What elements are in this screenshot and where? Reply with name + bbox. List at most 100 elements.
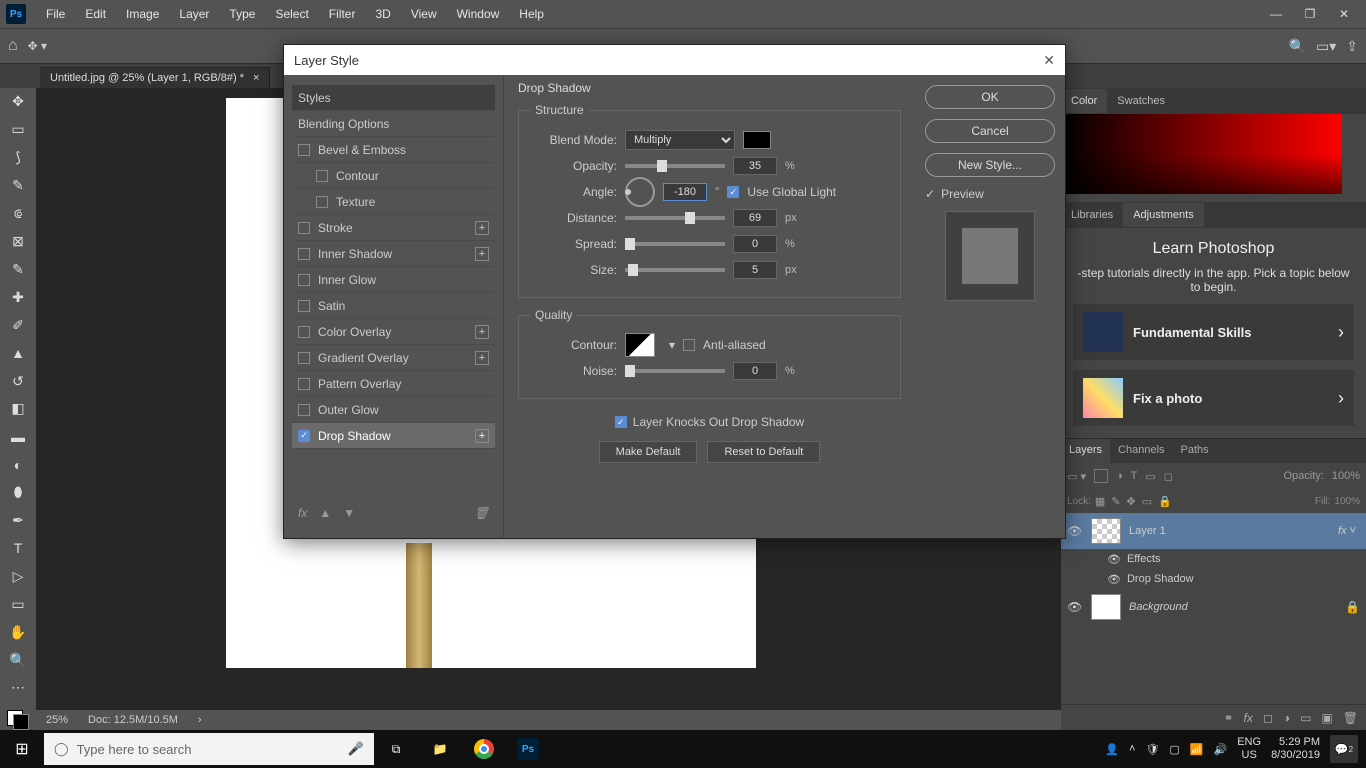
checkbox[interactable]	[298, 378, 310, 390]
lock-all-icon[interactable]: 🔒	[1158, 495, 1172, 508]
spread-slider[interactable]	[625, 242, 725, 246]
fx-badge[interactable]: fx ˅	[1338, 525, 1356, 537]
dialog-close-icon[interactable]: ✕	[1043, 52, 1055, 69]
pen-tool[interactable]: ✒	[7, 511, 29, 531]
document-tab[interactable]: Untitled.jpg @ 25% (Layer 1, RGB/8#) * ×	[40, 67, 270, 88]
checkbox[interactable]	[298, 352, 310, 364]
tab-channels[interactable]: Channels	[1110, 439, 1172, 463]
checkbox[interactable]	[298, 300, 310, 312]
distance-input[interactable]: 69	[733, 209, 777, 227]
tray-up-icon[interactable]: ˄	[1129, 743, 1135, 755]
history-brush-tool[interactable]: ↺	[7, 371, 29, 391]
window-minimize-icon[interactable]: —	[1266, 7, 1286, 21]
group-icon[interactable]: ▭	[1300, 711, 1311, 725]
effect-dropshadow[interactable]: ✓Drop Shadow+	[292, 423, 495, 449]
menu-image[interactable]: Image	[116, 7, 169, 21]
lock-pixels-icon[interactable]: ▦	[1095, 495, 1105, 508]
checkbox[interactable]	[298, 248, 310, 260]
reset-default-button[interactable]: Reset to Default	[707, 441, 820, 463]
layer-effect-dropshadow[interactable]: 👁Drop Shadow	[1061, 569, 1366, 589]
wifi-icon[interactable]: 📶	[1190, 743, 1204, 756]
blendmode-select[interactable]: Multiply	[625, 130, 735, 150]
visibility-icon[interactable]: 👁	[1067, 524, 1083, 538]
filter-icon[interactable]: ▭	[1145, 470, 1155, 483]
file-explorer-icon[interactable]: 📁	[418, 730, 462, 768]
contour-picker[interactable]	[625, 333, 655, 357]
tab-paths[interactable]: Paths	[1173, 439, 1217, 463]
share-icon[interactable]: ⇪	[1346, 38, 1358, 55]
antialiased-checkbox[interactable]	[683, 339, 695, 351]
color-picker[interactable]	[1061, 114, 1342, 194]
layer-effects-row[interactable]: 👁Effects	[1061, 549, 1366, 569]
zoom-level[interactable]: 25%	[46, 714, 68, 726]
opacity-slider[interactable]	[625, 164, 725, 168]
shadow-color-swatch[interactable]	[743, 131, 771, 149]
window-close-icon[interactable]: ✕	[1334, 7, 1354, 21]
taskbar-search[interactable]: ◯ Type here to search 🎤	[44, 733, 374, 765]
size-slider[interactable]	[625, 268, 725, 272]
path-select-tool[interactable]: ▷	[7, 566, 29, 586]
checkbox[interactable]	[298, 404, 310, 416]
fill-value[interactable]: 100%	[1334, 496, 1360, 507]
filter-icon[interactable]: ◑	[1116, 470, 1123, 482]
menu-edit[interactable]: Edit	[75, 7, 116, 21]
menu-filter[interactable]: Filter	[319, 7, 366, 21]
effect-patternoverlay[interactable]: Pattern Overlay	[292, 371, 495, 397]
volume-icon[interactable]: 🔊	[1214, 743, 1228, 756]
frame-tool[interactable]: ⊠	[7, 232, 29, 252]
tab-adjustments[interactable]: Adjustments	[1123, 203, 1204, 227]
effect-satin[interactable]: Satin	[292, 293, 495, 319]
effect-texture[interactable]: Texture	[292, 189, 495, 215]
learn-card-fixphoto[interactable]: Fix a photo ›	[1073, 370, 1354, 426]
people-icon[interactable]: 👤	[1105, 743, 1119, 756]
search-icon[interactable]: 🔍	[1289, 38, 1306, 55]
checkbox[interactable]	[316, 170, 328, 182]
healing-tool[interactable]: ✚	[7, 287, 29, 307]
lock-position-icon[interactable]: ✥	[1127, 495, 1136, 508]
layer-row-background[interactable]: 👁 Background 🔒	[1061, 589, 1366, 625]
move-down-icon[interactable]: ▼	[343, 506, 355, 520]
add-effect-icon[interactable]: +	[475, 325, 489, 339]
battery-icon[interactable]: ▢	[1169, 743, 1179, 756]
effect-innershadow[interactable]: Inner Shadow+	[292, 241, 495, 267]
noise-slider[interactable]	[625, 369, 725, 373]
menu-select[interactable]: Select	[265, 7, 318, 21]
styles-header[interactable]: Styles	[292, 85, 495, 111]
blending-options[interactable]: Blending Options	[292, 111, 495, 137]
menu-help[interactable]: Help	[509, 7, 554, 21]
filter-icon[interactable]: ◻	[1164, 470, 1173, 483]
learn-card-fundamental[interactable]: Fundamental Skills ›	[1073, 304, 1354, 360]
close-tab-icon[interactable]: ×	[253, 72, 259, 84]
notifications-icon[interactable]: 💬2	[1330, 735, 1358, 763]
rectangle-tool[interactable]: ▭	[7, 594, 29, 614]
gradient-tool[interactable]: ▬	[7, 427, 29, 447]
checkbox[interactable]	[316, 196, 328, 208]
workspace-icon[interactable]: ▭▾	[1316, 38, 1336, 55]
status-arrow-icon[interactable]: ›	[198, 714, 202, 726]
home-icon[interactable]: ⌂	[8, 37, 18, 55]
effect-bevel[interactable]: Bevel & Emboss	[292, 137, 495, 163]
layer-mask-icon[interactable]: ◻	[1263, 711, 1273, 725]
size-input[interactable]: 5	[733, 261, 777, 279]
delete-layer-icon[interactable]: 🗑	[1343, 711, 1358, 725]
opacity-input[interactable]: 35	[733, 157, 777, 175]
layer-style-icon[interactable]: fx	[1244, 711, 1253, 725]
menu-3d[interactable]: 3D	[365, 7, 400, 21]
layer-row-layer1[interactable]: 👁 Layer 1 fx ˅	[1061, 513, 1366, 549]
effect-stroke[interactable]: Stroke+	[292, 215, 495, 241]
fx-icon[interactable]: fx	[298, 506, 307, 520]
new-style-button[interactable]: New Style...	[925, 153, 1055, 177]
language-indicator[interactable]: ENG US	[1237, 736, 1261, 762]
noise-input[interactable]: 0	[733, 362, 777, 380]
delete-icon[interactable]: 🗑	[474, 506, 489, 520]
visibility-icon[interactable]: 👁	[1067, 600, 1083, 614]
distance-slider[interactable]	[625, 216, 725, 220]
start-button[interactable]: ⊞	[0, 730, 44, 768]
zoom-tool[interactable]: 🔍	[7, 650, 29, 670]
edit-toolbar[interactable]: ⋯	[7, 678, 29, 698]
move-tool-icon[interactable]: ✥ ▾	[28, 39, 47, 53]
add-effect-icon[interactable]: +	[475, 221, 489, 235]
opacity-value[interactable]: 100%	[1332, 470, 1360, 482]
move-up-icon[interactable]: ▲	[319, 506, 331, 520]
cancel-button[interactable]: Cancel	[925, 119, 1055, 143]
